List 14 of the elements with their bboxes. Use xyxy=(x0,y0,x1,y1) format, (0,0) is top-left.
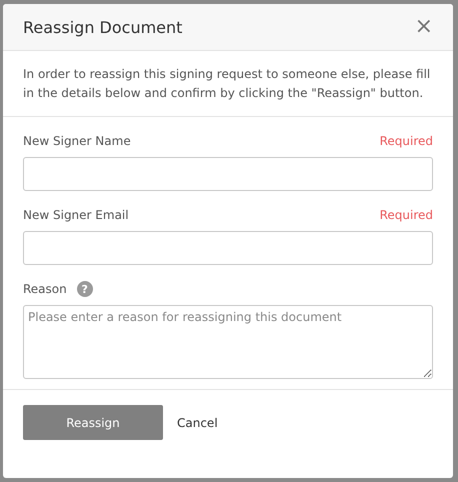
input-field[interactable] xyxy=(23,157,433,191)
cancel-button[interactable]: Cancel xyxy=(177,416,218,430)
field-label: New Signer Name xyxy=(23,134,131,148)
close-button[interactable]: × xyxy=(414,16,433,38)
required-label: Required xyxy=(380,134,433,148)
field-label: New Signer Email xyxy=(23,208,129,222)
description-text: In order to reassign this signing request to someone else, please fill in the details below and confirm by clicking the "Reassign" button. xyxy=(3,51,453,117)
dialog-title: Reassign Document xyxy=(23,18,182,36)
field-label: Reason xyxy=(23,282,67,296)
reason-field[interactable]: Please enter a reason for reassigning this document xyxy=(23,305,433,379)
input-field[interactable] xyxy=(23,231,433,265)
required-label: Required xyxy=(380,208,433,222)
reassign-button[interactable]: Reassign xyxy=(23,405,163,440)
help-icon[interactable]: ? xyxy=(76,281,93,297)
